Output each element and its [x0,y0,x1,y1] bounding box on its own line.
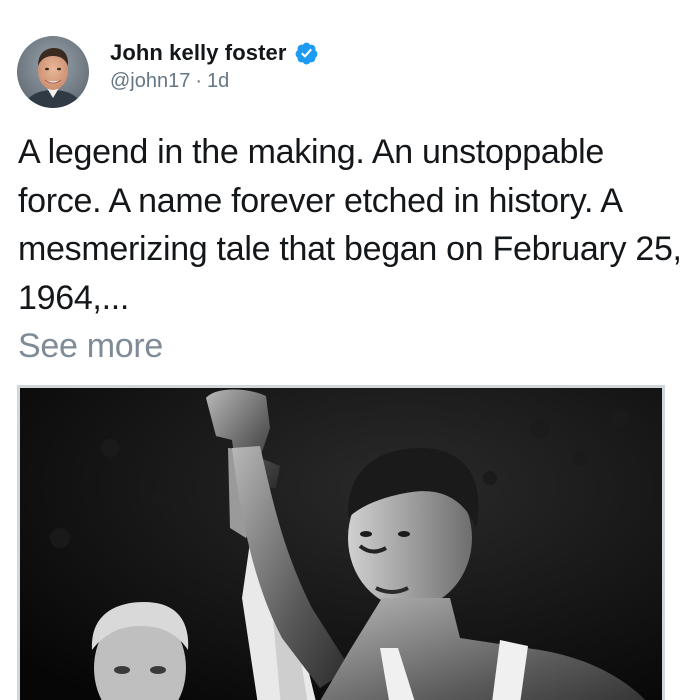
tweet-timestamp[interactable]: 1d [207,70,229,93]
meta-separator: · [195,70,203,92]
verified-badge-icon [294,41,319,66]
tweet-body: A legend in the making. An unstoppable f… [18,128,682,371]
see-more-link[interactable]: See more [18,322,682,371]
author-display-name[interactable]: John kelly foster [110,40,287,66]
avatar-photo [17,36,89,108]
tweet-media-photo[interactable] [17,385,665,700]
tweet-card[interactable]: John kelly foster @john17 · 1d A legend … [0,0,700,700]
author-info[interactable]: John kelly foster @john17 · 1d [110,38,319,93]
boxing-photo [20,388,662,700]
tweet-text: A legend in the making. An unstoppable f… [18,133,682,317]
author-handle[interactable]: @john17 [110,70,190,93]
avatar[interactable] [17,36,89,108]
tweet-header: John kelly foster @john17 · 1d [17,36,319,112]
